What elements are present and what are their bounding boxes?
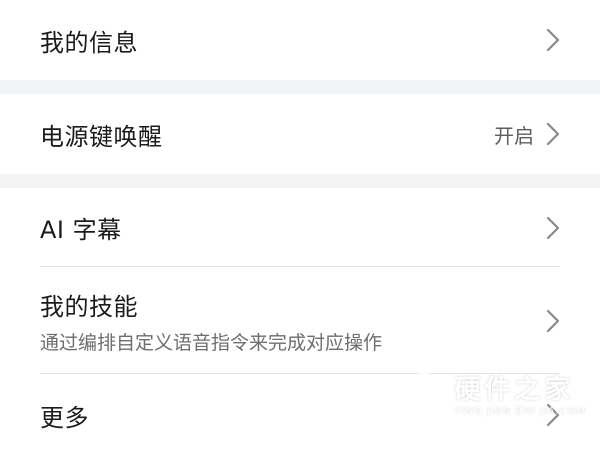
watermark-cn: 硬件之家 <box>454 374 575 405</box>
chevron-right-icon <box>546 122 560 146</box>
my-skills-right <box>546 309 560 333</box>
watermark-text: 硬件之家 YING JIAN ZHI JIA.COM <box>454 376 586 417</box>
section-my-info: 我的信息 <box>0 0 600 80</box>
power-key-wake-row[interactable]: 电源键唤醒 开启 <box>0 94 600 174</box>
power-key-wake-title: 电源键唤醒 <box>40 122 163 151</box>
my-info-right <box>546 28 560 52</box>
my-skills-title: 我的技能 <box>40 292 138 321</box>
chevron-right-icon <box>546 216 560 240</box>
my-info-title: 我的信息 <box>40 28 138 57</box>
my-info-row[interactable]: 我的信息 <box>0 0 600 80</box>
cube-logo-icon <box>402 370 446 422</box>
chevron-right-icon <box>546 309 560 333</box>
watermark-en: YING JIAN ZHI JIA.COM <box>454 405 586 417</box>
my-skills-row[interactable]: 我的技能 通过编排自定义语音指令来完成对应操作 <box>0 267 600 374</box>
ai-subtitle-right <box>546 216 560 240</box>
power-key-wake-right: 开启 <box>494 120 560 149</box>
more-title: 更多 <box>40 403 89 432</box>
my-skills-description: 通过编排自定义语音指令来完成对应操作 <box>40 331 383 354</box>
settings-page: 我的信息 电源键唤醒 开启 AI 字幕 我的技能 通过编排自定义语音指令来完成对… <box>0 0 600 450</box>
section-gap <box>0 80 600 94</box>
section-power-key: 电源键唤醒 开启 <box>0 94 600 174</box>
section-gap <box>0 174 600 188</box>
chevron-right-icon <box>546 28 560 52</box>
ai-subtitle-row[interactable]: AI 字幕 <box>0 188 600 267</box>
watermark: 硬件之家 YING JIAN ZHI JIA.COM <box>402 370 586 422</box>
ai-subtitle-title: AI 字幕 <box>40 216 122 244</box>
my-skills-text: 我的技能 通过编排自定义语音指令来完成对应操作 <box>40 287 382 355</box>
power-key-wake-status: 开启 <box>494 123 534 148</box>
